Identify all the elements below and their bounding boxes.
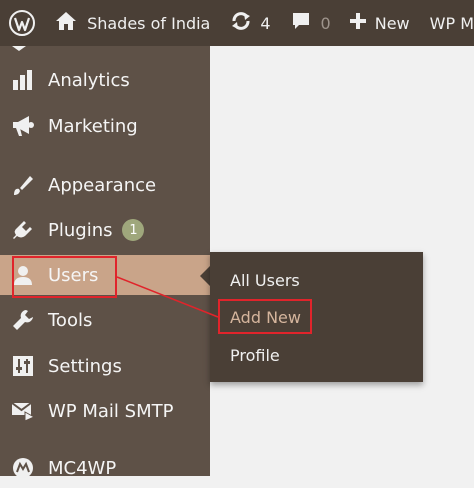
- sidebar-item-label: MC4WP: [48, 457, 117, 479]
- plugin-update-badge: 1: [122, 219, 145, 241]
- sidebar-item-label: WP Mail SMTP: [48, 400, 174, 422]
- home-icon: [55, 11, 77, 35]
- paintbrush-icon: [11, 173, 35, 197]
- sidebar-item-plugins[interactable]: Plugins 1: [0, 210, 210, 250]
- sidebar-item-appearance[interactable]: Appearance: [0, 165, 210, 205]
- new-content-link[interactable]: New: [331, 0, 410, 46]
- sidebar-item-wp-mail-smtp[interactable]: WP Mail SMTP: [0, 391, 210, 431]
- submenu-item-profile[interactable]: Profile: [230, 341, 280, 369]
- wrench-icon: [11, 308, 35, 332]
- submenu-item-all-users[interactable]: All Users: [230, 266, 300, 294]
- submenu-pointer: [200, 266, 210, 286]
- submenu-item-label: Profile: [230, 345, 280, 365]
- sidebar-item-mc4wp[interactable]: MC4WP: [0, 448, 210, 488]
- sliders-icon: [11, 354, 35, 378]
- sidebar-item-label: Settings: [48, 355, 122, 377]
- comments-link[interactable]: 0: [271, 0, 331, 46]
- submenu-item-label: All Users: [230, 270, 300, 290]
- updates-link[interactable]: 4: [210, 0, 271, 46]
- sidebar-item-label: Marketing: [48, 115, 138, 137]
- wordpress-logo-button[interactable]: [0, 0, 43, 46]
- sidebar-item-marketing[interactable]: Marketing: [0, 106, 210, 146]
- site-name: Shades of India: [87, 13, 211, 33]
- admin-bar: Shades of India 4 0 New WP M: [0, 0, 474, 46]
- comment-bubble-icon: [291, 11, 311, 35]
- updates-count: 4: [260, 13, 271, 33]
- sidebar-item-tools[interactable]: Tools: [0, 300, 210, 340]
- mc4wp-icon: [11, 456, 35, 480]
- comments-count: 0: [320, 13, 331, 33]
- users-highlight-box: [12, 256, 117, 298]
- wp-mail-admin-link[interactable]: WP M: [410, 0, 474, 46]
- refresh-icon: [230, 10, 252, 36]
- wordpress-icon: [8, 10, 35, 36]
- plugin-icon: [11, 218, 35, 242]
- bar-chart-icon: [11, 68, 35, 92]
- sidebar-item-label: Plugins: [48, 219, 113, 241]
- add-new-highlight-box: [218, 299, 312, 334]
- sidebar-item-label: Analytics: [48, 69, 130, 91]
- wp-mail-admin-label: WP M: [429, 13, 474, 33]
- sidebar-item-label: Appearance: [48, 174, 157, 196]
- mail-icon: [11, 399, 35, 423]
- megaphone-icon: [11, 114, 35, 138]
- sidebar-item-analytics[interactable]: Analytics: [0, 60, 210, 100]
- collapsed-item-edge: [12, 46, 26, 51]
- sidebar-item-label: Tools: [48, 309, 93, 331]
- plus-icon: [349, 12, 367, 34]
- site-name-link[interactable]: Shades of India: [43, 0, 210, 46]
- new-label: New: [374, 13, 410, 33]
- sidebar-item-settings[interactable]: Settings: [0, 346, 210, 386]
